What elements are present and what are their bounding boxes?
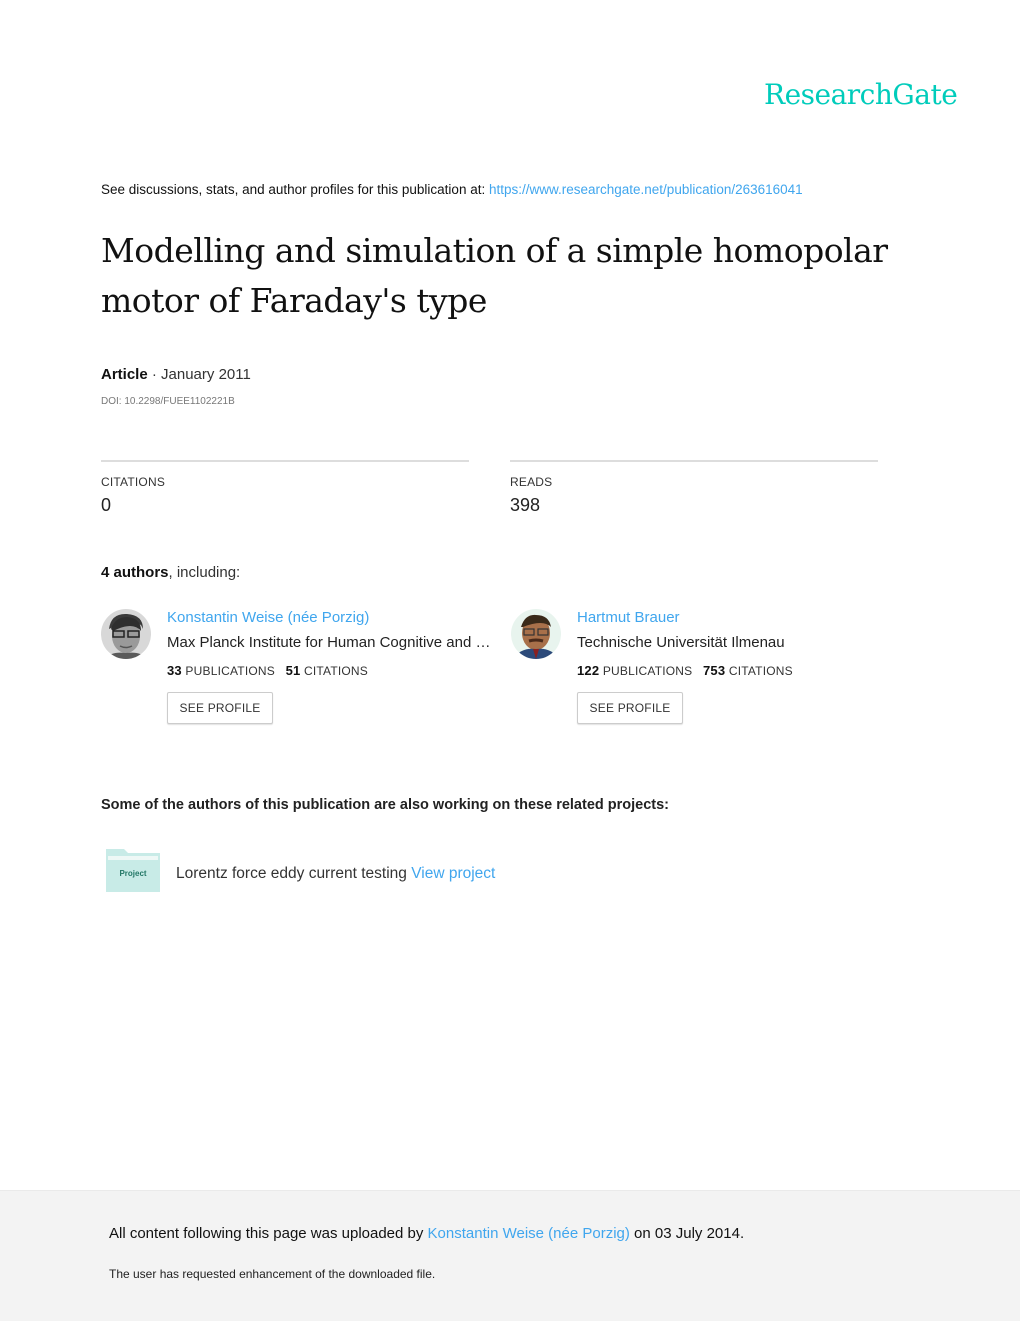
publication-type: Article	[101, 366, 148, 383]
upload-prefix: All content following this page was uplo…	[109, 1225, 428, 1242]
author-citations-label: CITATIONS	[303, 664, 369, 678]
citations-label: CITATIONS	[101, 475, 166, 489]
see-discussions-text: See discussions, stats, and author profi…	[101, 182, 489, 197]
author-publications-label: PUBLICATIONS	[602, 664, 693, 678]
researchgate-logo[interactable]: ResearchGate	[764, 78, 958, 111]
authors-count: 4 authors	[101, 564, 169, 581]
author-avatar[interactable]	[511, 609, 561, 659]
publication-url-link[interactable]: https://www.researchgate.net/publication…	[489, 182, 803, 197]
author-publications-count: 33	[167, 663, 182, 678]
see-profile-button[interactable]: SEE PROFILE	[577, 692, 683, 724]
avatar-photo-icon	[101, 609, 151, 659]
footer-panel	[0, 1190, 1020, 1321]
author-citations-count: 51	[285, 663, 301, 678]
project-folder-icon[interactable]: Project	[106, 849, 160, 892]
author-institution: Technische Universität Ilmenau	[577, 634, 785, 651]
author-name-link[interactable]: Konstantin Weise (née Porzig)	[167, 609, 490, 626]
author-card	[511, 609, 561, 659]
author-institution: Max Planck Institute for Human Cognitive…	[167, 634, 491, 651]
publication-link-line: See discussions, stats, and author profi…	[101, 182, 803, 197]
stat-divider	[510, 460, 878, 462]
related-projects-heading: Some of the authors of this publication …	[101, 797, 670, 813]
stat-divider	[101, 460, 469, 462]
author-publications-count: 122	[577, 663, 600, 678]
citations-value: 0	[101, 495, 112, 515]
reads-value: 398	[510, 495, 541, 515]
publication-doi: DOI: 10.2298/FUEE1102221B	[101, 396, 235, 407]
author-publications-label: PUBLICATIONS	[185, 664, 275, 678]
avatar-photo-icon	[511, 609, 561, 659]
uploader-link[interactable]: Konstantin Weise (née Porzig)	[428, 1225, 630, 1242]
meta-separator: ·	[147, 366, 162, 383]
reads-label: READS	[510, 475, 553, 489]
enhancement-note: The user has requested enhancement of th…	[109, 1267, 436, 1281]
publication-date: January 2011	[161, 366, 251, 383]
author-citations-count: 753	[702, 663, 726, 678]
upload-info: All content following this page was uplo…	[109, 1225, 744, 1242]
author-citations-label: CITATIONS	[728, 664, 793, 678]
project-icon-label: Project	[119, 869, 147, 878]
view-project-link[interactable]: View project	[411, 865, 495, 882]
authors-heading: 4 authors, including:	[101, 564, 240, 581]
reads-stat: READS 398	[510, 460, 878, 516]
author-card	[101, 609, 151, 659]
author-info: Hartmut Brauer Technische Universität Il…	[577, 609, 793, 724]
author-avatar[interactable]	[101, 609, 151, 659]
authors-suffix: , including:	[168, 564, 241, 581]
see-profile-button[interactable]: SEE PROFILE	[167, 692, 273, 724]
citations-stat: CITATIONS 0	[101, 460, 469, 516]
upload-suffix: on 03 July 2014.	[629, 1225, 745, 1242]
author-stats: 33 PUBLICATIONS 51 CITATIONS	[167, 663, 490, 678]
author-stats: 122 PUBLICATIONS 753 CITATIONS	[577, 663, 793, 678]
publication-meta: Article · January 2011	[101, 366, 251, 383]
project-item: Lorentz force eddy current testing View …	[176, 865, 495, 883]
author-name-link[interactable]: Hartmut Brauer	[577, 609, 793, 626]
publication-title: Modelling and simulation of a simple hom…	[101, 231, 888, 320]
project-name: Lorentz force eddy current testing	[176, 865, 407, 882]
author-info: Konstantin Weise (née Porzig) Max Planck…	[167, 609, 490, 724]
